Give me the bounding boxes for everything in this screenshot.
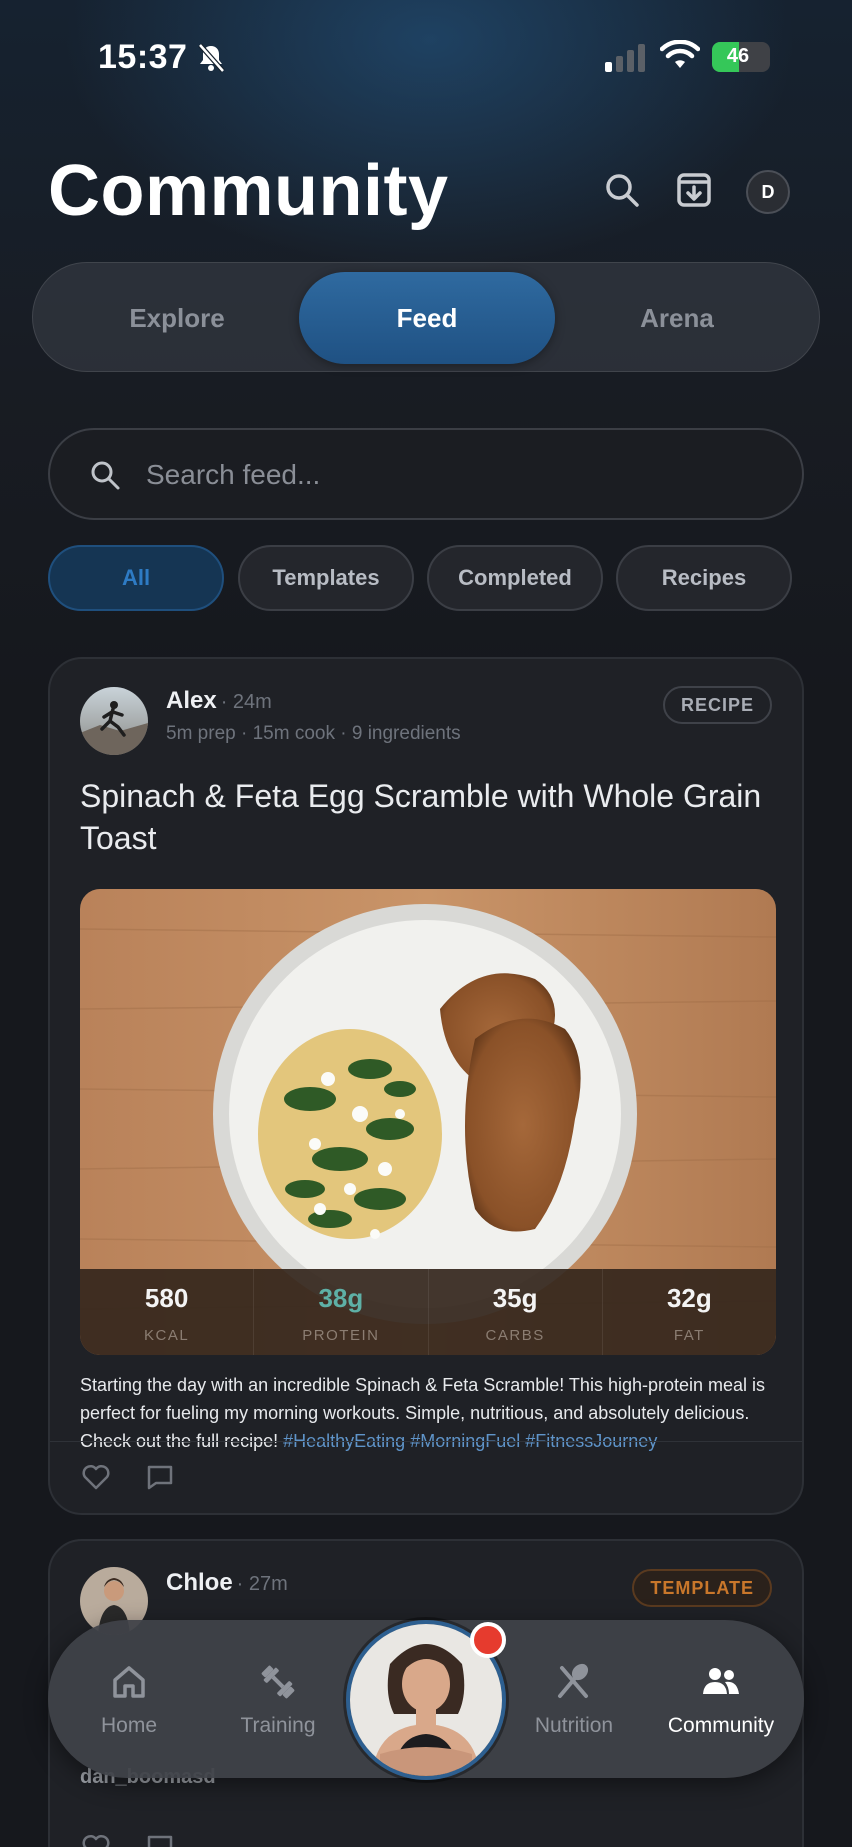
macro-fat: 32g FAT — [603, 1269, 776, 1355]
comment-icon[interactable] — [144, 1461, 176, 1493]
tab-feed[interactable]: Feed — [299, 272, 555, 364]
status-time: 15:37 — [98, 38, 188, 76]
heart-icon[interactable] — [80, 1461, 112, 1493]
battery-indicator: 46 — [712, 42, 770, 72]
tab-label: Training — [240, 1714, 316, 1737]
wifi-icon — [660, 40, 700, 68]
archive-download-icon[interactable] — [670, 166, 718, 214]
tab-label: Nutrition — [534, 1714, 614, 1737]
macro-label: CARBS — [485, 1327, 545, 1344]
dumbbell-icon — [261, 1665, 295, 1699]
post-time: · 27m — [236, 1573, 288, 1595]
recipe-badge: RECIPE — [662, 686, 772, 724]
filter-chip-completed[interactable]: Completed — [427, 545, 603, 611]
food-image[interactable]: 580 KCAL 38g PROTEIN 35g CARBS 32g FAT — [80, 889, 776, 1355]
filter-chip-recipes[interactable]: Recipes — [616, 545, 792, 611]
notification-badge — [470, 1622, 506, 1658]
community-screen: 15:37 46 Community D Explore Feed Arena … — [0, 0, 852, 1847]
status-bar: 15:37 46 — [0, 0, 852, 110]
comment-icon[interactable] — [144, 1831, 176, 1847]
tab-label: Home — [100, 1714, 158, 1737]
macro-label: KCAL — [144, 1327, 190, 1344]
tab-home[interactable]: Home — [54, 1620, 204, 1778]
battery-text: 46 — [726, 45, 750, 67]
macro-value: 38g — [318, 1283, 364, 1313]
post-body: Starting the day with an incredible Spin… — [80, 1371, 780, 1455]
filter-chip-all[interactable]: All — [48, 545, 224, 611]
runner-photo — [80, 687, 148, 755]
macro-kcal: 580 KCAL — [80, 1269, 255, 1355]
macro-label: FAT — [673, 1327, 705, 1344]
tab-community[interactable]: Community — [646, 1620, 796, 1778]
author-name-text: Chloe — [166, 1569, 233, 1596]
post-card[interactable]: Alex · 24m 5m prep · 15m cook · 9 ingredi… — [48, 657, 804, 1515]
macro-protein: 38g PROTEIN — [254, 1269, 429, 1355]
heart-icon[interactable] — [80, 1831, 112, 1847]
search-feed-input[interactable] — [146, 450, 766, 500]
macro-value: 35g — [492, 1283, 538, 1313]
search-icon — [91, 461, 120, 490]
bell-off-icon — [198, 43, 225, 73]
feed-segmented-control: Explore Feed Arena — [32, 262, 820, 372]
post-title[interactable]: Spinach & Feta Egg Scramble with Whole G… — [80, 775, 780, 859]
macro-carbs: 35g CARBS — [429, 1269, 603, 1355]
macro-value: 580 — [144, 1283, 189, 1313]
signal-icon — [605, 44, 645, 72]
author-name[interactable]: Chloe · 27m — [166, 1569, 288, 1597]
macros-bar: 580 KCAL 38g PROTEIN 35g CARBS 32g FAT — [80, 1269, 776, 1355]
search-icon[interactable] — [598, 166, 646, 214]
author-avatar[interactable] — [80, 687, 148, 755]
card-divider — [50, 1441, 802, 1442]
tab-nutrition[interactable]: Nutrition — [499, 1620, 649, 1778]
author-name[interactable]: Alex · 24m — [166, 687, 272, 715]
utensils-icon — [558, 1663, 589, 1698]
filter-chip-templates[interactable]: Templates — [238, 545, 414, 611]
author-name-text: Alex — [166, 687, 217, 714]
tab-label: Community — [667, 1714, 775, 1737]
tab-arena[interactable]: Arena — [549, 272, 805, 364]
tab-explore[interactable]: Explore — [49, 272, 305, 364]
tab-training[interactable]: Training — [203, 1620, 353, 1778]
home-icon — [113, 1666, 145, 1698]
people-icon — [703, 1668, 739, 1694]
profile-avatar-button[interactable]: D — [746, 170, 790, 214]
search-feed-box — [48, 428, 804, 520]
page-title: Community — [48, 151, 449, 231]
template-badge: TEMPLATE — [632, 1569, 772, 1607]
macro-label: PROTEIN — [302, 1327, 380, 1344]
post-time: · 24m — [220, 691, 272, 713]
macro-value: 32g — [666, 1283, 712, 1313]
recipe-meta: 5m prep · 15m cook · 9 ingredients — [166, 723, 461, 744]
